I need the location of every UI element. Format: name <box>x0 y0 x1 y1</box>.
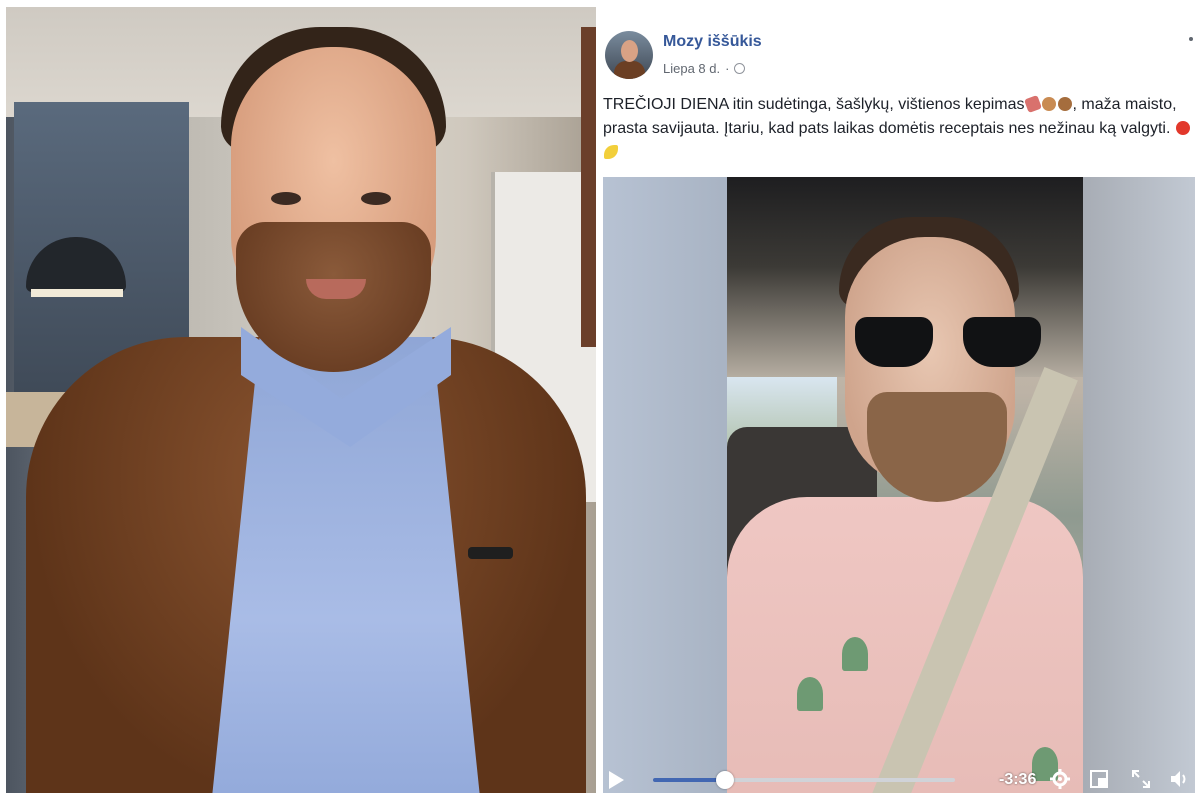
meat-emoji <box>1023 95 1042 113</box>
video-controls: -3:36 <box>603 763 1195 793</box>
time-remaining: -3:36 <box>999 771 1037 788</box>
beard <box>867 392 1007 502</box>
progress-fill <box>653 778 726 782</box>
door-frame <box>581 27 596 347</box>
post-text: TREČIOJI DIENA itin sudėtinga, šašlykų, … <box>603 93 1191 165</box>
palm-print <box>797 677 823 711</box>
avatar-body <box>614 61 645 79</box>
left-eye <box>271 192 301 205</box>
lamp-light <box>31 289 123 297</box>
right-eye <box>361 192 391 205</box>
banana-emoji <box>604 145 618 159</box>
post-date[interactable]: Liepa 8 d. <box>663 61 720 76</box>
scrubber-handle[interactable] <box>716 771 735 789</box>
settings-icon[interactable] <box>1050 769 1070 789</box>
right-lens <box>963 317 1041 367</box>
palm-print <box>842 637 868 671</box>
post-text-part1: TREČIOJI DIENA itin sudėtinga, šašlykų, … <box>603 96 1025 113</box>
sunglasses <box>855 317 1045 372</box>
post-header: Mozy iššūkis Liepa 8 d. · <box>603 7 1195 87</box>
left-lens <box>855 317 933 367</box>
tomato-emoji <box>1175 121 1190 135</box>
fullscreen-icon[interactable] <box>1131 769 1151 789</box>
poultry-leg-emoji <box>1041 97 1056 111</box>
lapel-microphone <box>468 547 513 559</box>
meta-separator: · <box>725 61 730 76</box>
play-icon[interactable] <box>609 771 624 789</box>
progress-bar[interactable] <box>653 771 955 789</box>
portrait-photo <box>6 7 596 793</box>
more-options-icon[interactable] <box>1189 37 1193 41</box>
post-meta: Liepa 8 d. · <box>663 61 746 76</box>
poultry-leg-emoji <box>1057 97 1072 111</box>
volume-icon[interactable] <box>1169 769 1189 789</box>
avatar[interactable] <box>605 31 653 79</box>
avatar-face <box>621 40 638 62</box>
video-player[interactable]: -3:36 <box>603 177 1195 793</box>
author-name[interactable]: Mozy iššūkis <box>663 33 762 51</box>
facebook-post: Mozy iššūkis Liepa 8 d. · TREČIOJI DIENA… <box>603 7 1195 793</box>
pip-icon[interactable] <box>1089 769 1109 789</box>
video-frame <box>727 177 1083 793</box>
globe-icon <box>734 63 746 74</box>
